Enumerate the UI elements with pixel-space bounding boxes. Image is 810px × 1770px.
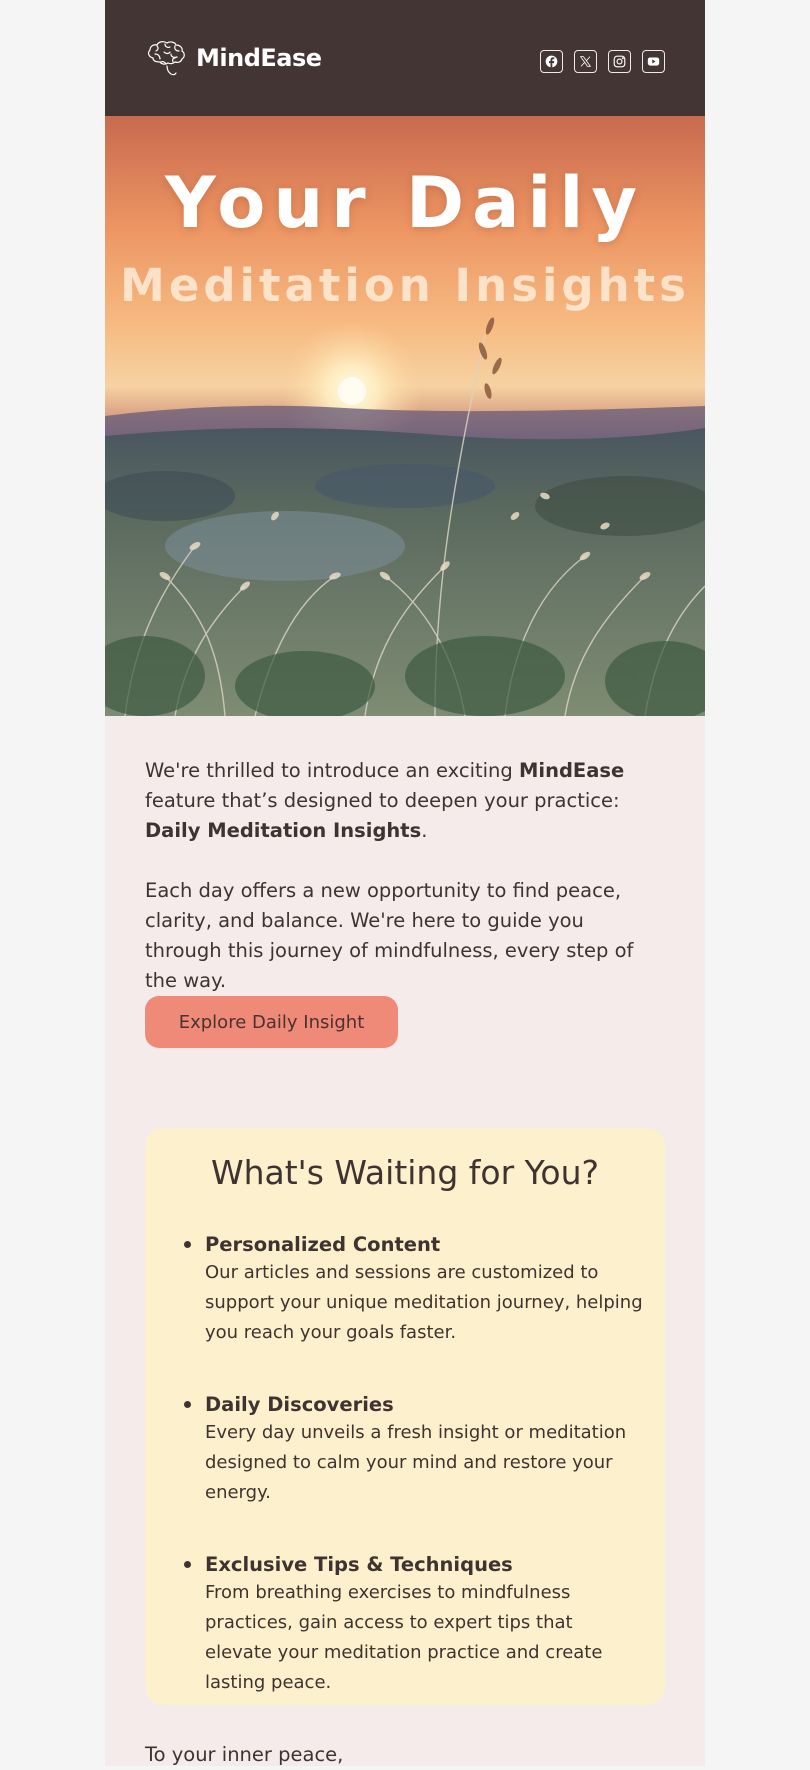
header: MindEase — [105, 0, 705, 116]
feature-description: Every day unveils a fresh insight or med… — [205, 1422, 627, 1503]
intro-feature: Daily Meditation Insights — [145, 819, 422, 842]
bullet-icon — [184, 1561, 191, 1568]
features-title: What's Waiting for You? — [210, 1153, 600, 1192]
intro-brand: MindEase — [519, 759, 625, 782]
feature-description: From breathing exercises to mindfulness … — [205, 1582, 603, 1693]
feature-item: Personalized Content Our articles and se… — [184, 1232, 645, 1348]
features-card: What's Waiting for You? Personalized Con… — [145, 1128, 665, 1705]
instagram-icon — [613, 55, 626, 68]
hero-title-line1: Your Daily — [164, 162, 646, 244]
intro-paragraph: We're thrilled to introduce an exciting … — [145, 756, 665, 846]
intro-text-b: feature that’s designed to deepen your p… — [145, 789, 620, 812]
intro-paragraph-2: Each day offers a new opportunity to fin… — [145, 879, 634, 992]
feature-title: Exclusive Tips & Techniques — [205, 1553, 513, 1576]
hero-banner: Your Daily Meditation Insights — [105, 116, 705, 716]
brain-icon — [147, 41, 185, 76]
bullet-icon — [184, 1241, 191, 1248]
feature-title: Personalized Content — [205, 1233, 441, 1256]
bullet-icon — [184, 1401, 191, 1408]
facebook-link[interactable] — [540, 50, 563, 73]
feature-item: Daily Discoveries Every day unveils a fr… — [184, 1392, 645, 1508]
feature-title: Daily Discoveries — [205, 1393, 394, 1416]
explore-daily-insight-button[interactable]: Explore Daily Insight — [145, 996, 398, 1048]
x-link[interactable] — [574, 50, 597, 73]
email-container: MindEase Your Daily Meditation Insights … — [105, 0, 705, 1766]
intro-text-c: . — [421, 819, 428, 842]
x-icon — [579, 56, 592, 67]
logo[interactable]: MindEase — [145, 38, 322, 78]
social-links — [540, 50, 665, 73]
brand-name: MindEase — [196, 44, 322, 72]
feature-description: Our articles and sessions are customized… — [205, 1262, 643, 1343]
facebook-icon — [545, 55, 558, 68]
hero-title-line2: Meditation Insights — [120, 259, 690, 312]
intro-text-a: We're thrilled to introduce an exciting — [145, 759, 519, 782]
youtube-link[interactable] — [642, 50, 665, 73]
youtube-icon — [647, 57, 660, 66]
feature-item: Exclusive Tips & Techniques From breathi… — [184, 1552, 645, 1698]
instagram-link[interactable] — [608, 50, 631, 73]
